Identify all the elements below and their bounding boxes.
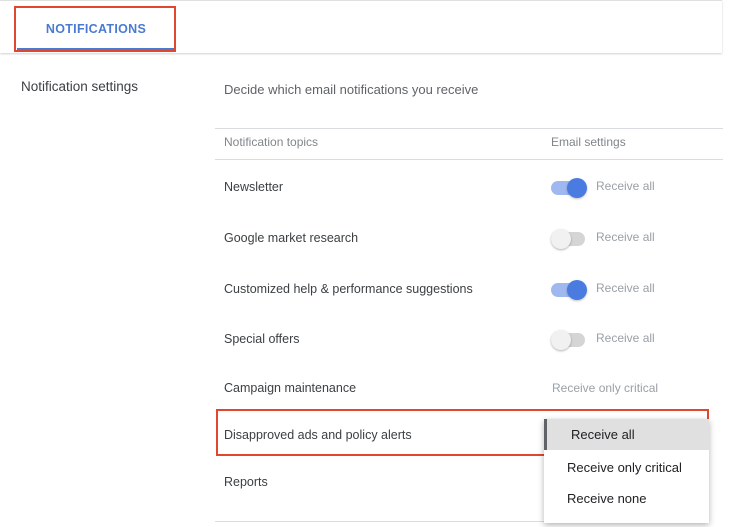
email-setting-dropdown: Receive all Receive only critical Receiv…: [544, 419, 709, 523]
section-description: Decide which email notifications you rec…: [224, 82, 479, 97]
table-header: Notification topics Email settings: [215, 128, 723, 160]
toggle-knob: [567, 178, 587, 198]
market-research-toggle[interactable]: [551, 227, 587, 249]
dropdown-option-label: Receive none: [567, 491, 647, 506]
dropdown-option-receive-all[interactable]: Receive all: [544, 419, 709, 450]
dropdown-option-receive-only-critical[interactable]: Receive only critical: [544, 452, 709, 483]
customized-help-setting-label: Receive all: [596, 281, 655, 295]
row-label-customized-help: Customized help & performance suggestion…: [224, 282, 473, 296]
tab-notifications[interactable]: NOTIFICATIONS: [17, 9, 175, 53]
sidebar-title: Notification settings: [21, 79, 139, 94]
row-label-newsletter: Newsletter: [224, 180, 284, 194]
toggle-knob: [551, 330, 571, 350]
row-label-special-offers: Special offers: [224, 332, 300, 346]
customized-help-toggle[interactable]: [551, 278, 587, 300]
toggle-knob: [551, 229, 571, 249]
newsletter-setting-label: Receive all: [596, 179, 655, 193]
toggle-knob: [567, 280, 587, 300]
dropdown-option-receive-none[interactable]: Receive none: [544, 483, 709, 514]
campaign-maintenance-setting[interactable]: Receive only critical: [552, 381, 658, 395]
top-tab-bar: NOTIFICATIONS: [0, 0, 722, 53]
tab-notifications-label: NOTIFICATIONS: [45, 22, 147, 36]
row-label-disapproved-ads: Disapproved ads and policy alerts: [224, 428, 412, 442]
row-label-reports: Reports: [224, 475, 268, 489]
row-label-market-research: Google market research: [224, 231, 359, 245]
column-header-topics: Notification topics: [224, 135, 319, 149]
row-label-campaign-maintenance: Campaign maintenance: [224, 381, 357, 395]
dropdown-option-label: Receive all: [571, 427, 635, 442]
active-tab-indicator: [17, 48, 175, 51]
special-offers-setting-label: Receive all: [596, 331, 655, 345]
special-offers-toggle[interactable]: [551, 328, 587, 350]
table-bottom-divider: [215, 521, 545, 522]
dropdown-option-label: Receive only critical: [567, 460, 682, 475]
column-header-email: Email settings: [551, 135, 626, 149]
newsletter-toggle[interactable]: [551, 176, 587, 198]
market-research-setting-label: Receive all: [596, 230, 655, 244]
